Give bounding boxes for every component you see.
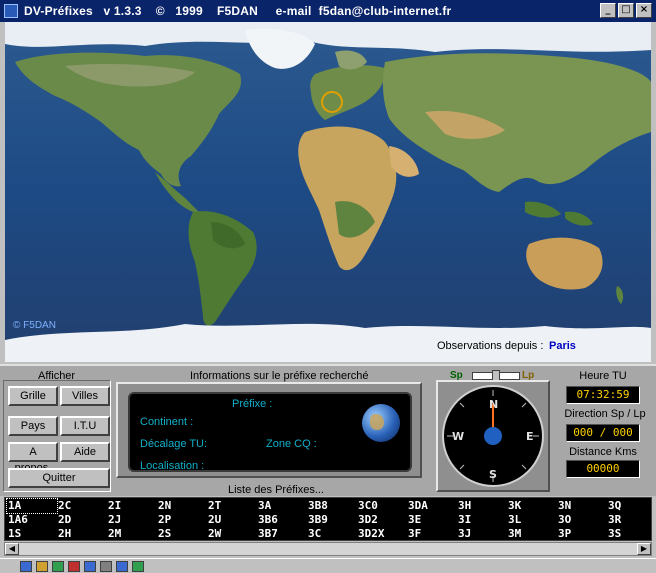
prefix-item[interactable]: 2D	[57, 513, 107, 527]
taskbar-app-icon[interactable]	[84, 560, 96, 572]
prefix-item[interactable]: 3D2X	[357, 527, 407, 541]
prefix-item[interactable]: 3C0	[357, 499, 407, 513]
window-title: DV-Préfixes v 1.3.3 © 1999 F5DAN e-mail …	[24, 4, 452, 18]
prefix-item[interactable]: 3F	[407, 527, 457, 541]
taskbar-app-icon[interactable]	[132, 560, 144, 572]
taskbar-app-icon[interactable]	[52, 560, 64, 572]
prefix-item[interactable]: 3B8	[307, 499, 357, 513]
prefix-row: 1A 2C 2I 2N 2T 3A 3B8 3C0 3DA 3H 3K 3N 3…	[6, 498, 656, 514]
prefix-item[interactable]: 3B7	[257, 527, 307, 541]
prefix-item[interactable]: 2C	[57, 499, 107, 513]
scroll-right-icon[interactable]: ▶	[637, 543, 651, 555]
prefix-item[interactable]: 2J	[107, 513, 157, 527]
map-copyright: © F5DAN	[13, 320, 56, 331]
grille-button[interactable]: Grille	[8, 386, 58, 406]
globe-icon	[362, 404, 400, 442]
prefix-item[interactable]: 2W	[207, 527, 257, 541]
info-screen: Préfixe : Continent : Décalage TU: Zone …	[128, 392, 412, 472]
prefix-item[interactable]: 3D2	[357, 513, 407, 527]
svg-text:E: E	[526, 430, 534, 443]
observations-label: Observations depuis :	[437, 340, 544, 352]
prefix-list[interactable]: 1A 2C 2I 2N 2T 3A 3B8 3C0 3DA 3H 3K 3N 3…	[4, 497, 652, 541]
minimize-button[interactable]: _	[600, 3, 616, 18]
prefix-item[interactable]: 3E	[407, 513, 457, 527]
continent-label: Continent :	[140, 416, 194, 428]
prefix-item[interactable]: 2U	[207, 513, 257, 527]
prefix-item[interactable]: 2N	[157, 499, 207, 513]
prefix-item[interactable]: 3C	[307, 527, 357, 541]
prefix-item[interactable]: 3B6	[257, 513, 307, 527]
prefix-item[interactable]: 3K	[507, 499, 557, 513]
prefix-row: 1A6 2D 2J 2P 2U 3B6 3B9 3D2 3E 3I 3L 3O …	[7, 513, 656, 527]
prefix-item[interactable]: 3J	[457, 527, 507, 541]
prefix-item[interactable]: 1S	[7, 527, 57, 541]
aide-button[interactable]: Aide	[60, 442, 110, 462]
localisation-label: Localisation :	[140, 460, 205, 472]
compass-icon: N S W E	[442, 385, 544, 487]
direction-value: 000 / 000	[566, 424, 640, 442]
pays-button[interactable]: Pays	[8, 416, 58, 436]
prefix-row: 1S 2H 2M 2S 2W 3B7 3C 3D2X 3F 3J 3M 3P 3…	[7, 527, 656, 541]
svg-text:S: S	[489, 468, 497, 481]
prefix-item[interactable]: 2I	[107, 499, 157, 513]
heure-label: Heure TU	[579, 370, 627, 382]
control-panel: Afficher Grille Villes Pays I.T.U A prop…	[0, 364, 656, 496]
prefixe-label: Préfixe :	[232, 398, 273, 410]
prefix-item[interactable]: 3I	[457, 513, 507, 527]
prefix-item[interactable]: 3N	[557, 499, 607, 513]
prefix-item[interactable]: 3DA	[407, 499, 457, 513]
prefix-list-scrollbar[interactable]: ◀ ▶	[4, 542, 652, 556]
prefix-item[interactable]: 3B9	[307, 513, 357, 527]
zone-cq-label: Zone CQ :	[266, 438, 317, 450]
distance-label: Distance Kms	[569, 446, 637, 458]
taskbar-app-icon[interactable]	[20, 560, 32, 572]
heure-value: 07:32:59	[566, 386, 640, 404]
itu-button[interactable]: I.T.U	[60, 416, 110, 436]
maximize-button[interactable]: □	[618, 3, 634, 18]
apropos-button[interactable]: A propos.	[8, 442, 58, 474]
compass-panel: N S W E	[436, 380, 550, 492]
observations-city: Paris	[549, 340, 576, 352]
prefix-item[interactable]: 2P	[157, 513, 207, 527]
prefix-item[interactable]: 1A6	[7, 513, 57, 527]
prefix-item[interactable]: 3H	[457, 499, 507, 513]
info-panel: Préfixe : Continent : Décalage TU: Zone …	[116, 382, 422, 478]
world-map-image	[5, 22, 651, 362]
prefix-item[interactable]: 3R	[607, 513, 656, 527]
taskbar-app-icon[interactable]	[68, 560, 80, 572]
prefix-item[interactable]: 2M	[107, 527, 157, 541]
prefix-item[interactable]: 1A	[6, 498, 58, 514]
svg-text:N: N	[489, 398, 498, 411]
scroll-left-icon[interactable]: ◀	[5, 543, 19, 555]
villes-button[interactable]: Villes	[60, 386, 110, 406]
decalage-label: Décalage TU:	[140, 438, 208, 450]
prefix-item[interactable]: 3M	[507, 527, 557, 541]
prefix-item[interactable]: 2S	[157, 527, 207, 541]
prefix-item[interactable]: 3O	[557, 513, 607, 527]
prefix-item[interactable]: 2H	[57, 527, 107, 541]
close-button[interactable]: ×	[636, 3, 652, 18]
prefix-item[interactable]: 3S	[607, 527, 656, 541]
app-icon	[4, 4, 18, 18]
taskbar-app-icon[interactable]	[100, 560, 112, 572]
title-bar: DV-Préfixes v 1.3.3 © 1999 F5DAN e-mail …	[0, 0, 656, 22]
quitter-button[interactable]: Quitter	[8, 468, 110, 488]
taskbar-app-icon[interactable]	[36, 560, 48, 572]
prefix-list-title: Liste des Préfixes...	[228, 484, 324, 496]
info-title: Informations sur le préfixe recherché	[190, 370, 369, 382]
svg-text:W: W	[452, 430, 464, 443]
prefix-item[interactable]: 3A	[257, 499, 307, 513]
prefix-item[interactable]: 3P	[557, 527, 607, 541]
prefix-item[interactable]: 3Q	[607, 499, 656, 513]
prefix-item[interactable]: 2T	[207, 499, 257, 513]
prefix-item[interactable]: 3L	[507, 513, 557, 527]
direction-label: Direction Sp / Lp	[564, 408, 646, 420]
taskbar	[0, 558, 656, 573]
taskbar-app-icon[interactable]	[116, 560, 128, 572]
world-map[interactable]: © F5DAN Observations depuis : Paris	[5, 22, 651, 362]
distance-value: 00000	[566, 460, 640, 478]
